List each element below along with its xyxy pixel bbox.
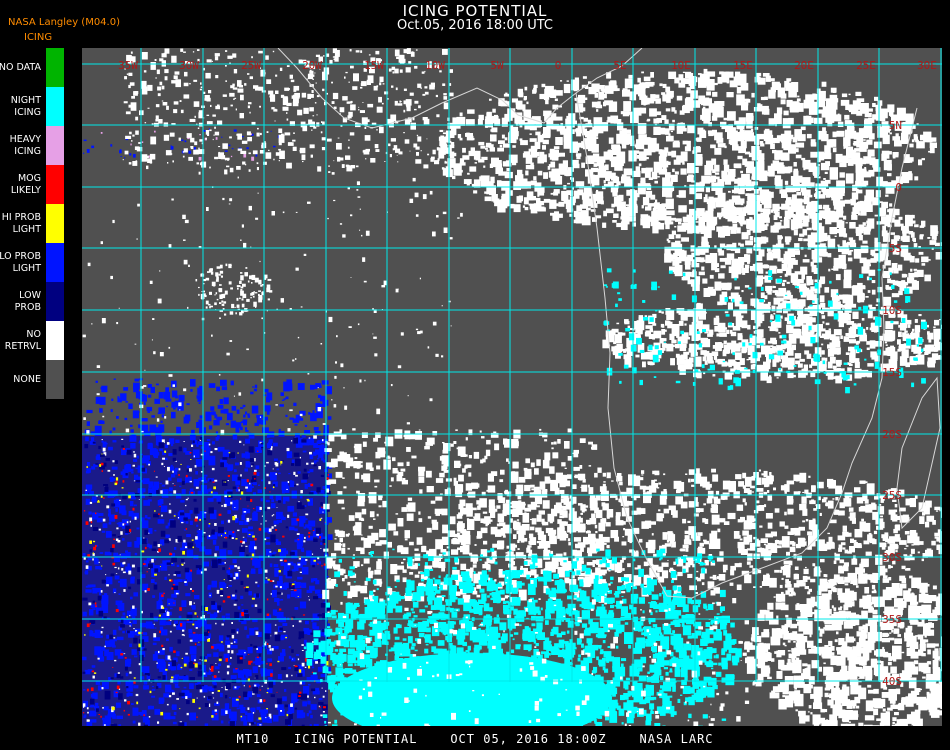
legend-label-line: MOG [17,172,41,184]
legend-item: HI PROB LIGHT [0,204,66,243]
legend-label: MOG LIKELY [11,165,41,204]
legend-label-line: LIGHT [12,262,41,274]
lon-label: 35W [118,59,138,72]
legend-label-line: ICING [14,106,41,118]
legend-label-line: NO DATA [0,61,41,73]
lat-label: 40S [882,675,902,688]
lon-label: 25W [241,59,261,72]
lat-label: 5N [889,119,902,132]
legend-swatch [46,243,64,282]
legend-item: NO DATA [0,48,66,87]
legend-label: NIGHT ICING [11,87,41,126]
legend-label: NONE [13,360,41,399]
legend-label-line: LIKELY [10,184,41,196]
legend-label-line: LIGHT [12,223,41,235]
lat-label: 0 [895,181,902,194]
legend-label-line: ICING [14,145,41,157]
legend-label-line: HEAVY [9,133,41,145]
legend-label: NO DATA [0,48,41,87]
lat-label: 10S [882,304,902,317]
legend-label-line: NONE [13,373,41,385]
legend-label-line: HI PROB [1,211,41,223]
lon-label: 5W [490,59,504,72]
lon-label: 20E [794,59,814,72]
legend-label: LO PROB LIGHT [0,243,41,282]
map-subtitle: Oct.05, 2016 18:00 UTC [397,18,553,33]
legend-swatch [46,204,64,243]
legend-swatch [46,321,64,360]
lon-label: 15E [733,59,753,72]
legend-item: NIGHT ICING [0,87,66,126]
lat-label: 30S [882,551,902,564]
legend-item: NO RETRVL [0,321,66,360]
legend-swatch [46,48,64,87]
lon-label: 5E [613,59,626,72]
legend-item: LO PROB LIGHT [0,243,66,282]
footer-caption: MT10 ICING POTENTIAL OCT 05, 2016 18:00Z… [236,732,714,746]
cloud-field [82,48,942,726]
lat-label: 25S [882,489,902,502]
lon-label: 30E [917,59,937,72]
legend-label-line: LO PROB [0,250,41,262]
color-legend: NO DATA NIGHT ICING HEAVY ICING MOG LIKELY HI P… [0,48,66,399]
legend-label: NO RETRVL [5,321,41,360]
lon-label: 15W [364,59,384,72]
legend-item: HEAVY ICING [0,126,66,165]
legend-label: LOW PROB [15,282,41,321]
lat-label: 35S [882,613,902,626]
legend-swatch [46,165,64,204]
legend-swatch [46,360,64,399]
lon-label: 0 [555,59,562,72]
legend-swatch [46,126,64,165]
lat-label: 15S [882,366,902,379]
map-canvas: 35W 30W 25W 20W 15W 10W 5W 0 5E 10E 15E 20E 25E 30E 35… [82,48,942,726]
lon-label: 25E [856,59,876,72]
coastline [896,376,941,530]
lat-label: 20S [882,428,902,441]
legend-item: NONE [0,360,66,399]
legend-label-line: NO [26,328,41,340]
legend-swatch [46,87,64,126]
legend-item: MOG LIKELY [0,165,66,204]
legend-label-line: PROB [14,301,41,313]
legend-swatch [46,282,64,321]
brand-line1: NASA Langley (M04.0) [8,17,120,28]
legend-label-line: RETRVL [4,340,41,352]
legend-label: HEAVY ICING [10,126,41,165]
brand-line2: ICING [24,32,53,43]
lat-label: 5S [889,242,902,255]
lon-label: 30W [179,59,199,72]
legend-item: LOW PROB [0,282,66,321]
satellite-map: 35W 30W 25W 20W 15W 10W 5W 0 5E 10E 15E 20E 25E 30E 35… [82,48,942,726]
legend-label: HI PROB LIGHT [2,204,41,243]
lon-label: 10W [425,59,445,72]
lon-label: 20W [302,59,322,72]
legend-label-line: NIGHT [10,94,41,106]
lon-label: 10E [671,59,691,72]
legend-label-line: LOW [19,289,41,301]
